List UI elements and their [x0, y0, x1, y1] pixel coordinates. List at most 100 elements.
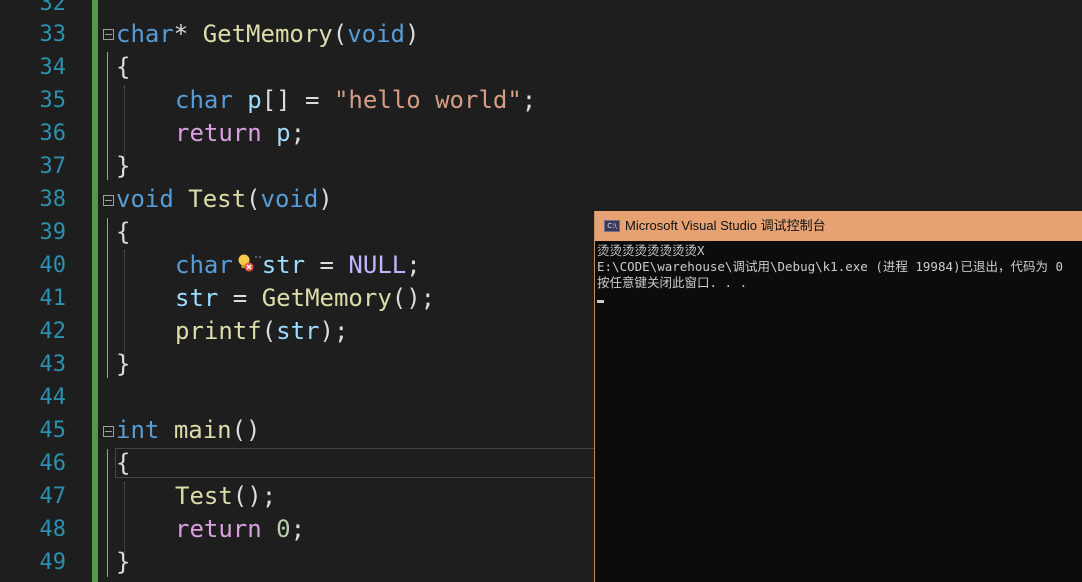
token: p [247, 86, 262, 114]
collapse-toggle-icon[interactable] [103, 29, 114, 40]
token: = [218, 284, 262, 312]
token: { [116, 218, 131, 246]
token: } [116, 152, 131, 180]
token: Test [188, 185, 247, 213]
token: (); [391, 284, 436, 312]
line-number: 36 [39, 121, 67, 146]
code-line-42[interactable]: printf(str); [175, 315, 348, 348]
line-number: 47 [39, 484, 67, 509]
token: GetMemory [202, 20, 333, 48]
token: "hello world" [333, 86, 522, 114]
code-line-33[interactable]: char* GetMemory(void) [116, 18, 419, 51]
line-number: 34 [39, 55, 67, 80]
line-number: 46 [39, 451, 67, 476]
line-number: 42 [39, 319, 67, 344]
console-title: Microsoft Visual Studio 调试控制台 [625, 218, 826, 233]
token: ) [318, 185, 333, 213]
token: char [116, 20, 174, 48]
token: () [231, 416, 261, 444]
token: ; [290, 119, 306, 147]
token: p [276, 119, 291, 147]
token: return [175, 515, 262, 543]
token: [] = [261, 86, 334, 114]
console-cursor [597, 300, 604, 303]
code-line-49[interactable]: } [116, 546, 130, 579]
line-number-gutter: 32 33 34 35 36 37 38 39 40 41 42 43 44 4… [0, 0, 92, 582]
code-line-37[interactable]: } [116, 150, 130, 183]
line-number: 49 [39, 550, 67, 575]
token: void [116, 185, 174, 213]
token: ); [319, 317, 349, 345]
token: = [305, 251, 349, 279]
token: } [116, 548, 131, 576]
code-line-35[interactable]: char p[] = "hello world"; [175, 84, 536, 117]
token: { [116, 53, 131, 81]
scope-line [107, 52, 108, 180]
token: ) [405, 20, 420, 48]
quick-action-lightbulb-icon[interactable] [235, 252, 263, 274]
console-line: 烫烫烫烫烫烫烫烫X [597, 243, 705, 258]
scope-line [107, 218, 108, 378]
token: } [116, 350, 131, 378]
token: str [261, 251, 306, 279]
token: GetMemory [261, 284, 392, 312]
token: (); [232, 482, 277, 510]
token: return [175, 119, 262, 147]
code-line-38[interactable]: void Test(void) [116, 183, 333, 216]
token: ; [406, 251, 421, 279]
debug-console-window[interactable]: C:\ Microsoft Visual Studio 调试控制台 烫烫烫烫烫烫… [594, 211, 1082, 582]
console-line: 按任意键关闭此窗口. . . [597, 275, 748, 290]
token: ( [261, 317, 277, 345]
token: ; [521, 86, 537, 114]
indent-guide [124, 250, 125, 356]
code-line-47[interactable]: Test(); [175, 480, 276, 513]
line-number: 43 [39, 352, 67, 377]
token: char [175, 251, 233, 279]
line-number: 45 [39, 418, 67, 443]
console-output[interactable]: 烫烫烫烫烫烫烫烫X E:\CODE\warehouse\调试用\Debug\k1.… [597, 243, 1082, 582]
code-line-45[interactable]: int main() [116, 414, 261, 447]
line-number: 48 [39, 517, 67, 542]
console-titlebar[interactable]: C:\ Microsoft Visual Studio 调试控制台 [595, 211, 1082, 241]
token: printf [175, 317, 262, 345]
token: char [175, 86, 233, 114]
code-line-48[interactable]: return 0; [175, 513, 305, 546]
token: 0 [276, 515, 291, 543]
token: ( [246, 185, 261, 213]
line-number: 44 [39, 385, 67, 410]
collapse-toggle-icon[interactable] [103, 426, 114, 437]
indent-guide [124, 86, 125, 160]
token: void [260, 185, 319, 213]
token: void [347, 20, 405, 48]
indent-guide [124, 482, 125, 556]
token: ; [290, 515, 306, 543]
line-number: 39 [39, 220, 67, 245]
code-line-39[interactable]: { [116, 216, 130, 249]
token: str [276, 317, 320, 345]
token: * [173, 20, 203, 48]
code-line-36[interactable]: return p; [175, 117, 305, 150]
console-app-icon: C:\ [604, 220, 620, 232]
token: int [116, 416, 160, 444]
code-line-43[interactable]: } [116, 348, 130, 381]
current-line-highlight [115, 448, 595, 478]
scope-line [107, 449, 108, 577]
code-line-41[interactable]: str = GetMemory(); [175, 282, 435, 315]
token: main [173, 416, 232, 444]
line-number: 32 [39, 0, 67, 16]
line-number: 41 [39, 286, 67, 311]
code-line-34[interactable]: { [116, 51, 130, 84]
line-number: 40 [39, 253, 67, 278]
console-line: E:\CODE\warehouse\调试用\Debug\k1.exe (进程 1… [597, 259, 1064, 274]
token: str [175, 284, 219, 312]
line-number: 33 [39, 22, 67, 47]
code-line-40[interactable]: char* str = NULL; [175, 249, 421, 282]
token: Test [175, 482, 233, 510]
line-number: 37 [39, 154, 67, 179]
collapse-toggle-icon[interactable] [103, 195, 114, 206]
